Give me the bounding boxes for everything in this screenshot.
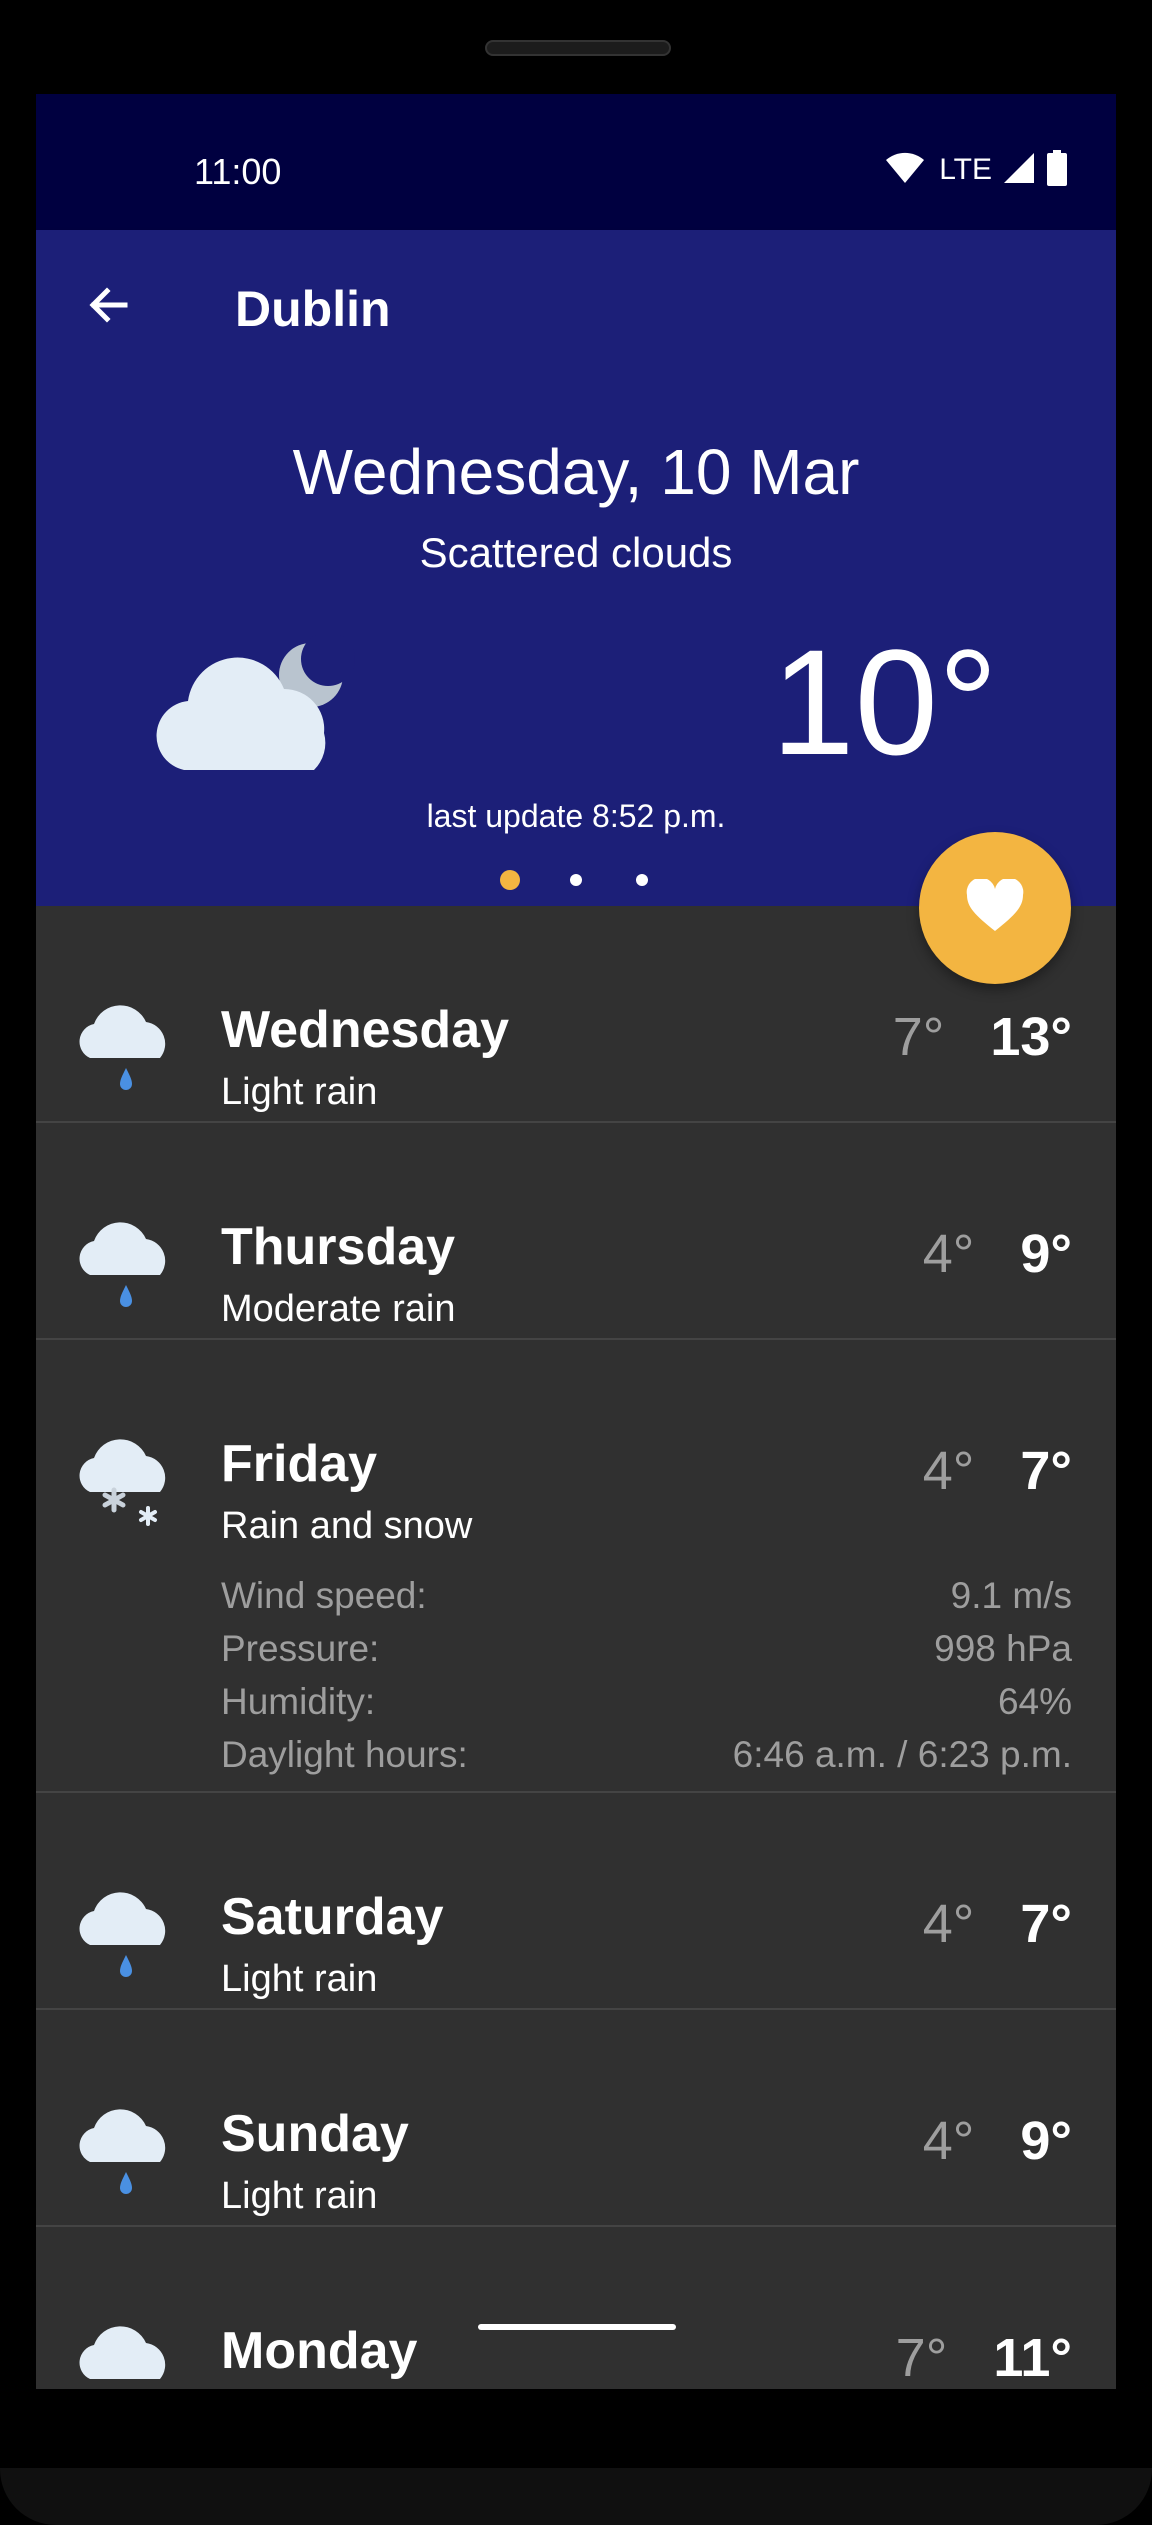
detail-daylight-hours: Daylight hours: 6:46 a.m. / 6:23 p.m.: [221, 1728, 1072, 1781]
detail-label: Daylight hours:: [221, 1734, 468, 1775]
cloud-snow-icon: [76, 1436, 176, 1536]
day-name: Monday: [221, 2322, 418, 2380]
day-name: Saturday: [221, 1888, 444, 1946]
cloud-rain-icon: [76, 2323, 176, 2389]
current-temperature: 10°: [771, 618, 998, 786]
gesture-navigation-handle[interactable]: [478, 2324, 676, 2330]
low-temperature: 7°: [892, 1007, 945, 1067]
forecast-list: Wednesday Light rain 7° 13° Thursday Mod…: [36, 906, 1116, 2389]
day-name: Wednesday: [221, 1001, 510, 1059]
high-temperature: 9°: [1020, 1224, 1072, 1284]
high-temperature: 13°: [990, 1007, 1072, 1067]
wifi-icon: [885, 152, 925, 189]
high-temperature: 9°: [1020, 2111, 1072, 2171]
detail-humidity: Humidity: 64%: [221, 1675, 1072, 1728]
forecast-row-expanded[interactable]: Friday Rain and snow 4° 7° Wind speed: 9…: [36, 1340, 1116, 1793]
network-type: LTE: [939, 153, 992, 186]
detail-label: Humidity:: [221, 1681, 376, 1722]
high-temperature: 7°: [1020, 1894, 1072, 1954]
back-button[interactable]: [76, 274, 142, 340]
detail-label: Wind speed:: [221, 1575, 427, 1616]
detail-value: 998 hPa: [934, 1628, 1072, 1669]
detail-value: 6:46 a.m. / 6:23 p.m.: [732, 1734, 1072, 1775]
detail-label: Pressure:: [221, 1628, 380, 1669]
device-bottom-bezel: [0, 2468, 1152, 2525]
high-temperature: 7°: [1020, 1441, 1072, 1501]
temperature-range: 4° 7°: [922, 1894, 1072, 1954]
forecast-row[interactable]: Saturday Light rain 4° 7°: [36, 1793, 1116, 2010]
day-condition: Moderate rain: [221, 1288, 456, 1330]
forecast-row[interactable]: Sunday Light rain 4° 9°: [36, 2010, 1116, 2227]
day-condition: Light rain: [221, 2175, 378, 2217]
temperature-range: 4° 9°: [922, 2111, 1072, 2171]
cloud-rain-icon: [76, 1889, 176, 1989]
day-condition: Light rain: [221, 1958, 378, 2000]
forecast-row[interactable]: Monday 7° 11°: [36, 2227, 1116, 2389]
page-dot-2[interactable]: [570, 874, 582, 886]
page-title: Dublin: [235, 281, 391, 337]
speaker-grille: [485, 40, 671, 56]
last-update: last update 8:52 p.m.: [426, 798, 726, 834]
day-name: Thursday: [221, 1218, 456, 1276]
temperature-range: 4° 7°: [922, 1441, 1072, 1501]
day-condition: Rain and snow: [221, 1505, 473, 1547]
favorite-button[interactable]: [919, 832, 1071, 984]
arrow-back-icon: [85, 281, 133, 334]
low-temperature: 4°: [922, 1894, 975, 1954]
cloud-rain-icon: [76, 1002, 176, 1102]
low-temperature: 4°: [922, 1224, 975, 1284]
status-bar: 11:00 LTE: [36, 94, 1116, 230]
temperature-range: 7° 13°: [892, 1007, 1072, 1067]
cloud-rain-icon: [76, 1219, 176, 1319]
status-time: 11:00: [194, 151, 282, 192]
detail-pressure: Pressure: 998 hPa: [221, 1622, 1072, 1675]
day-name: Sunday: [221, 2105, 409, 2163]
signal-icon: [1002, 151, 1036, 190]
detail-value: 64%: [997, 1681, 1072, 1722]
page-dot-3[interactable]: [636, 874, 648, 886]
temperature-range: 4° 9°: [922, 1224, 1072, 1284]
current-weather-header[interactable]: Wednesday, 10 Mar Scattered clouds 10° l…: [36, 385, 1116, 906]
current-date: Wednesday, 10 Mar: [292, 436, 860, 508]
page-dot-1[interactable]: [500, 870, 520, 890]
detail-value: 9.1 m/s: [950, 1575, 1072, 1616]
high-temperature: 11°: [993, 2328, 1072, 2388]
battery-icon: [1046, 149, 1068, 191]
low-temperature: 7°: [895, 2328, 948, 2388]
cloud-moon-icon: [156, 632, 356, 775]
detail-wind-speed: Wind speed: 9.1 m/s: [221, 1569, 1072, 1622]
status-icons: LTE: [885, 149, 1068, 191]
current-condition: Scattered clouds: [419, 529, 733, 576]
heart-icon: [965, 877, 1025, 938]
cloud-rain-icon: [76, 2106, 176, 2206]
day-condition: Light rain: [221, 1071, 378, 1113]
temperature-range: 7° 11°: [895, 2328, 1072, 2388]
weather-details: Wind speed: 9.1 m/s Pressure: 998 hPa Hu…: [221, 1569, 1072, 1781]
forecast-row[interactable]: Thursday Moderate rain 4° 9°: [36, 1123, 1116, 1340]
device-frame: 11:00 LTE Dublin Wednesday, 10 Mar Scatt…: [0, 0, 1152, 2525]
app-bar: Dublin: [36, 230, 1116, 385]
screen: 11:00 LTE Dublin Wednesday, 10 Mar Scatt…: [36, 94, 1116, 2389]
low-temperature: 4°: [922, 1441, 975, 1501]
low-temperature: 4°: [922, 2111, 975, 2171]
day-name: Friday: [221, 1435, 378, 1493]
